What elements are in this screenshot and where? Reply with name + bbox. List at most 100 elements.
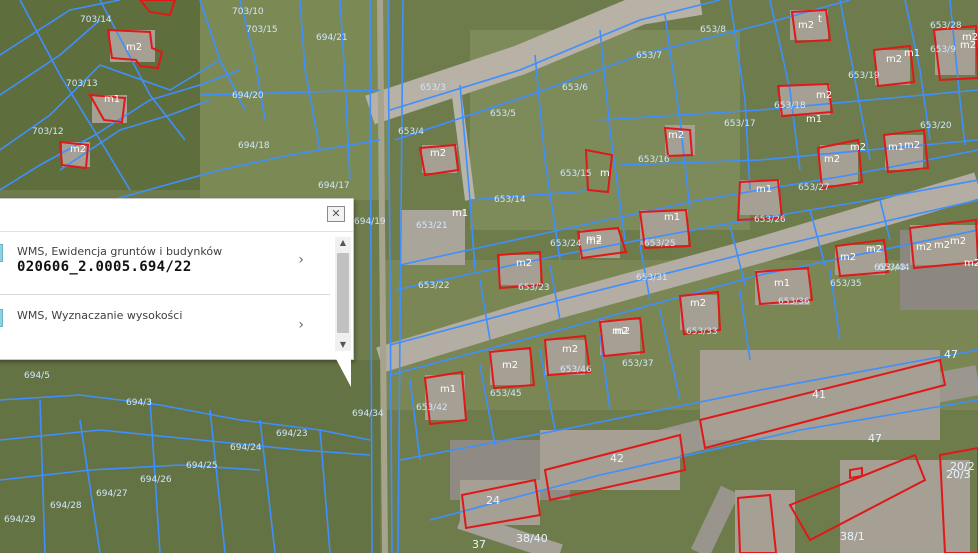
building-label: m1 bbox=[806, 114, 822, 125]
parcel-label: 653/19 bbox=[848, 71, 880, 81]
building-label: t bbox=[818, 14, 822, 25]
building-label: m1 bbox=[774, 278, 790, 289]
street-number-label: 42 bbox=[610, 452, 624, 465]
parcel-label: 653/24 bbox=[550, 239, 582, 249]
building-label: m2 bbox=[816, 90, 832, 101]
parcel-label: 694/18 bbox=[238, 141, 270, 151]
street-number-label: 20/2 bbox=[950, 460, 975, 473]
parcel-label: 653/18 bbox=[774, 101, 806, 111]
parcel-label: 653/45 bbox=[490, 389, 522, 399]
identify-popup: ✕ WMS, Ewidencja gruntów i budynków 0206… bbox=[0, 198, 354, 360]
building-label: m2 bbox=[126, 42, 142, 53]
scroll-thumb[interactable] bbox=[337, 253, 349, 333]
parcel-label: 653/14 bbox=[494, 195, 526, 205]
parcel-id-value: 020606_2.0005.694/22 bbox=[17, 259, 192, 275]
parcel-label: 653/9 bbox=[930, 45, 956, 55]
layer-name: WMS, Ewidencja gruntów i budynków bbox=[17, 245, 223, 258]
parcel-label: 653/6 bbox=[562, 83, 588, 93]
parcel-label: 653/28 bbox=[930, 21, 962, 31]
layer-icon bbox=[0, 244, 3, 262]
parcel-label: 653/42 bbox=[416, 403, 448, 413]
layer-name: WMS, Wyznaczanie wysokości bbox=[17, 309, 183, 322]
street-number-label: 41 bbox=[812, 388, 826, 401]
building-label: m1 bbox=[888, 142, 904, 153]
popup-pointer bbox=[335, 357, 351, 387]
close-button[interactable]: ✕ bbox=[327, 206, 345, 222]
parcel-label: 694/3 bbox=[126, 398, 152, 408]
parcel-label: 694/24 bbox=[230, 443, 262, 453]
parcel-label: 694/25 bbox=[186, 461, 218, 471]
building-label: m2 bbox=[502, 360, 518, 371]
building-label: m bbox=[600, 168, 610, 179]
parcel-label: 653/27 bbox=[798, 183, 830, 193]
building-label: m2 bbox=[798, 20, 814, 31]
chevron-right-icon[interactable]: › bbox=[298, 252, 304, 268]
scrollbar[interactable]: ▲ ▼ bbox=[335, 237, 351, 351]
parcel-label: 653/8 bbox=[700, 25, 726, 35]
parcel-label: 694/27 bbox=[96, 489, 128, 499]
building-label: m2 bbox=[886, 54, 902, 65]
popup-header: ✕ bbox=[0, 199, 353, 232]
building-label: m2 bbox=[850, 142, 866, 153]
parcel-label: 653/20 bbox=[920, 121, 952, 131]
parcel-label: 653/22 bbox=[418, 281, 450, 291]
building-label: m2 bbox=[916, 242, 932, 253]
building-label: m2 bbox=[516, 258, 532, 269]
parcel-label: 653/5 bbox=[490, 109, 516, 119]
parcel-label: 653/16 bbox=[638, 155, 670, 165]
parcel-label: 653/15 bbox=[560, 169, 592, 179]
parcel-label: 653/26 bbox=[754, 215, 786, 225]
parcel-label: 653/36 bbox=[778, 297, 810, 307]
building-label: m2 bbox=[70, 144, 86, 155]
scroll-down-arrow[interactable]: ▼ bbox=[335, 339, 351, 351]
parcel-label: 653/44 bbox=[878, 263, 910, 273]
street-number-label: 38/1 bbox=[840, 530, 865, 543]
layer-result-row[interactable]: WMS, Wyznaczanie wysokości › bbox=[0, 295, 330, 357]
parcel-label: 694/34 bbox=[352, 409, 384, 419]
parcel-label: 694/19 bbox=[354, 217, 386, 227]
parcel-label: 694/28 bbox=[50, 501, 82, 511]
chevron-right-icon[interactable]: › bbox=[298, 317, 304, 333]
building-label: m1 bbox=[440, 384, 456, 395]
street-number-label: 38/40 bbox=[516, 532, 548, 545]
parcel-label: 694/20 bbox=[232, 91, 264, 101]
building-label: m2 bbox=[824, 154, 840, 165]
layer-result-row[interactable]: WMS, Ewidencja gruntów i budynków 020606… bbox=[0, 232, 330, 295]
building-label: m1 bbox=[664, 212, 680, 223]
layer-icon bbox=[0, 309, 3, 327]
parcel-label: 703/15 bbox=[246, 25, 278, 35]
street-number-label: 37 bbox=[472, 538, 486, 551]
street-number-label: 47 bbox=[868, 432, 882, 445]
building-label: m2 bbox=[950, 236, 966, 247]
parcel-label: 653/35 bbox=[830, 279, 862, 289]
parcel-label: 653/46 bbox=[560, 365, 592, 375]
vegetation-area bbox=[200, 0, 390, 200]
street-number-label: 24 bbox=[486, 494, 500, 507]
street-number-label: 47 bbox=[944, 348, 958, 361]
building-label: m1 bbox=[904, 48, 920, 59]
building-label: m2 bbox=[962, 32, 978, 43]
parcel-label: 653/31 bbox=[636, 273, 668, 283]
parcel-label: 653/21 bbox=[416, 221, 448, 231]
parcel-label: 653/3 bbox=[420, 83, 446, 93]
parcel-label: 653/7 bbox=[636, 51, 662, 61]
building-label: m2 bbox=[612, 326, 628, 337]
building-label: m2 bbox=[904, 140, 920, 151]
parcel-label: 653/17 bbox=[724, 119, 756, 129]
building-label: m1 bbox=[104, 94, 120, 105]
parcel-label: 703/14 bbox=[80, 15, 112, 25]
parcel-label: 694/26 bbox=[140, 475, 172, 485]
parcel-label: 653/37 bbox=[622, 359, 654, 369]
parcel-label: 653/4 bbox=[398, 127, 424, 137]
parcel-label: 694/21 bbox=[316, 33, 348, 43]
vegetation-area bbox=[0, 360, 380, 553]
building-label: m2 bbox=[586, 236, 602, 247]
parcel-label: 694/23 bbox=[276, 429, 308, 439]
scroll-up-arrow[interactable]: ▲ bbox=[335, 237, 351, 249]
building-label: m2 bbox=[964, 258, 978, 269]
building-label: m1 bbox=[452, 208, 468, 219]
building-label: m2 bbox=[934, 240, 950, 251]
parcel-label: 694/29 bbox=[4, 515, 36, 525]
parcel-label: 653/23 bbox=[518, 283, 550, 293]
building-label: m2 bbox=[562, 344, 578, 355]
